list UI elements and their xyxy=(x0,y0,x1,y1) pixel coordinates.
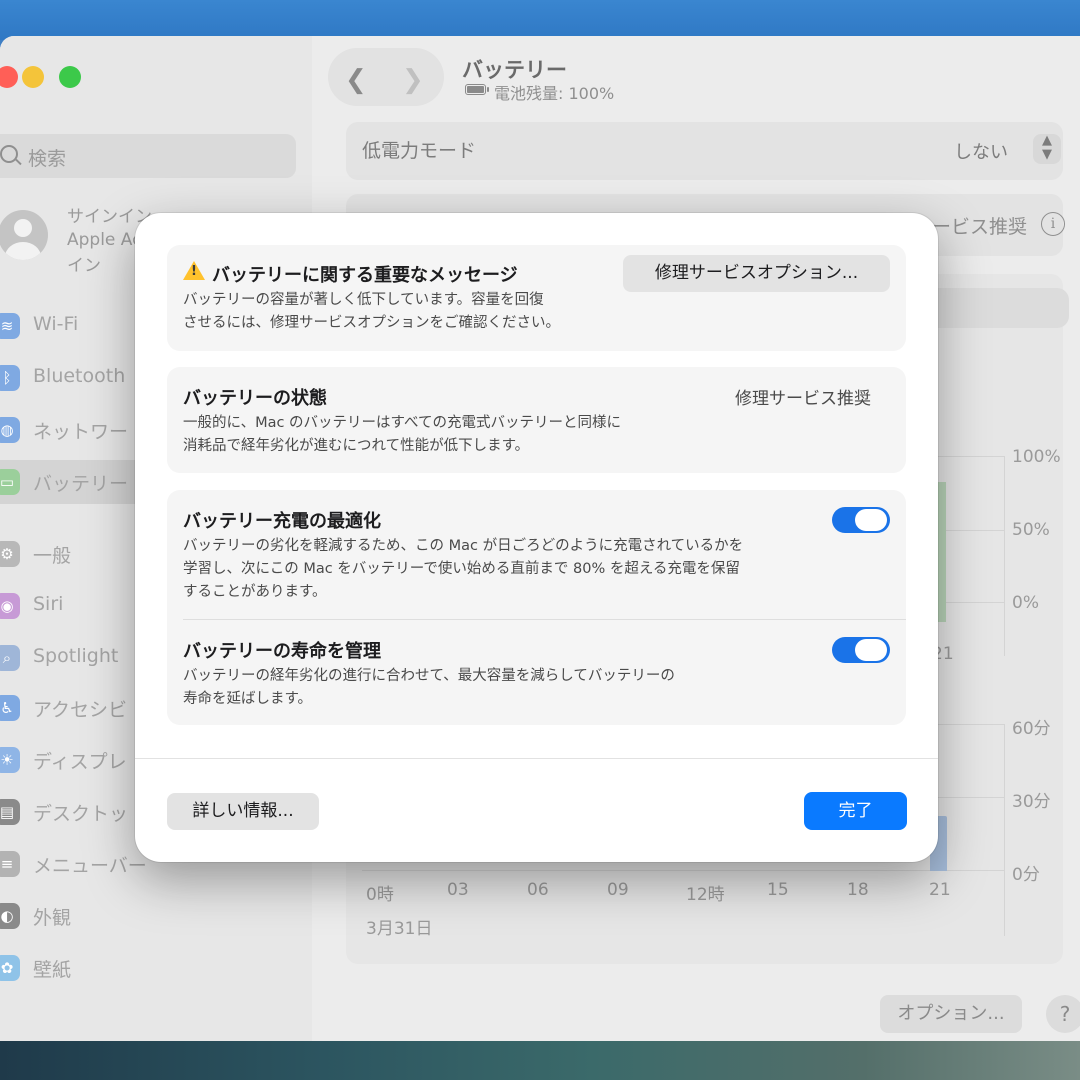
sidebar-item-label: ネットワー xyxy=(33,421,129,443)
close-window-button[interactable] xyxy=(0,66,18,88)
chevron-left-icon[interactable]: ❮ xyxy=(345,65,367,95)
sidebar-item-label: Wi-Fi xyxy=(33,313,79,335)
message-title: バッテリーに関する重要なメッセージ xyxy=(212,265,518,286)
siri-icon: ◉ xyxy=(0,593,20,619)
optimized-charging-toggle[interactable] xyxy=(832,507,890,533)
battery-icon: ▭ xyxy=(0,469,20,495)
level-axis-label: 100% xyxy=(1012,447,1061,467)
options-button[interactable]: オプション... xyxy=(880,995,1022,1033)
optimized-desc-line-3: することがあります。 xyxy=(183,584,327,600)
status-desc-line-1: 一般的に、Mac のバッテリーはすべての充電式バッテリーと同様に xyxy=(183,415,621,431)
sidebar-item-label: Spotlight xyxy=(33,645,119,667)
desktop-wallpaper xyxy=(0,0,1080,40)
optimized-charging-title: バッテリー充電の最適化 xyxy=(183,511,381,532)
battery-level: 電池残量: 100% xyxy=(494,84,615,103)
sidebar-item-label: 一般 xyxy=(33,545,72,567)
time-axis-label: 03 xyxy=(447,880,469,900)
sidebar-item-label: Siri xyxy=(33,593,64,615)
menubar-icon: ≡ xyxy=(0,851,20,877)
sidebar-item-label: メニューバー xyxy=(33,855,147,877)
usage-axis-label: 30分 xyxy=(1012,792,1051,812)
battery-icon xyxy=(465,84,489,95)
sidebar-item[interactable]: ◐ 外観 xyxy=(0,894,312,938)
level-axis-label: 50% xyxy=(1012,520,1050,540)
date-label: 3月31日 xyxy=(366,919,433,939)
signin-line-2: Apple Ac xyxy=(67,230,142,250)
divider xyxy=(135,758,938,759)
magnifier-icon: ⌕ xyxy=(0,645,20,671)
time-axis-label: 18 xyxy=(847,880,869,900)
search-placeholder: 検索 xyxy=(28,148,67,170)
time-axis-label: 12時 xyxy=(686,885,725,905)
bluetooth-icon: ᛒ xyxy=(0,365,20,391)
lifespan-desc-line-1: バッテリーの経年劣化の進行に合わせて、最大容量を減らしてバッテリーの xyxy=(183,668,675,684)
status-title: バッテリーの状態 xyxy=(183,388,327,409)
grid-line xyxy=(362,870,1004,871)
health-status-fragment: ービス推奨 xyxy=(932,216,1028,238)
desktop-wallpaper-bottom xyxy=(0,1040,1080,1080)
time-axis-label: 15 xyxy=(767,880,789,900)
sidebar-item-label: バッテリー xyxy=(33,473,129,495)
navigation-pill: ❮ ❯ xyxy=(328,48,444,106)
usage-axis-label: 60分 xyxy=(1012,719,1051,739)
sidebar-item-label: アクセシビ xyxy=(33,699,128,721)
search-input[interactable]: 検索 xyxy=(0,134,296,178)
appearance-icon: ◐ xyxy=(0,903,20,929)
globe-icon: ◍ xyxy=(0,417,20,443)
sidebar-item-label: デスクトッ xyxy=(33,803,129,825)
minimize-window-button[interactable] xyxy=(22,66,44,88)
time-axis-label: 06 xyxy=(527,880,549,900)
battery-health-dialog: バッテリーに関する重要なメッセージ バッテリーの容量が著しく低下しています。容量… xyxy=(135,213,938,862)
lifespan-toggle[interactable] xyxy=(832,637,890,663)
status-desc-line-2: 消耗品で経年劣化が進むにつれて性能が低下します。 xyxy=(183,438,530,454)
time-axis-label: 21 xyxy=(929,880,951,900)
sidebar-item-label: ディスプレ xyxy=(33,751,127,773)
lifespan-desc-line-2: 寿命を延ばします。 xyxy=(183,691,313,707)
done-button[interactable]: 完了 xyxy=(804,792,907,830)
time-axis-label: 09 xyxy=(607,880,629,900)
message-desc-line-1: バッテリーの容量が著しく低下しています。容量を回復 xyxy=(183,292,544,308)
search-icon xyxy=(0,145,18,163)
chevron-right-icon[interactable]: ❯ xyxy=(402,65,424,95)
message-desc-line-2: させるには、修理サービスオプションをご確認ください。 xyxy=(183,315,560,331)
sidebar-item[interactable]: ✿ 壁紙 xyxy=(0,946,312,990)
help-button[interactable]: ? xyxy=(1046,995,1080,1033)
optimized-desc-line-1: バッテリーの劣化を軽減するため、この Mac が日ごろどのように充電されているか… xyxy=(183,538,744,554)
sun-icon: ☀ xyxy=(0,747,20,773)
sidebar-item-label: Bluetooth xyxy=(33,365,126,387)
zoom-window-button[interactable] xyxy=(59,66,81,88)
accessibility-icon: ♿ xyxy=(0,695,20,721)
gear-icon: ⚙ xyxy=(0,541,20,567)
wifi-icon: ≋ xyxy=(0,313,20,339)
divider xyxy=(183,619,906,620)
battery-status-group: バッテリーの状態 修理サービス推奨 一般的に、Mac のバッテリーはすべての充電… xyxy=(167,367,906,473)
charging-settings-group: バッテリー充電の最適化 バッテリーの劣化を軽減するため、この Mac が日ごろど… xyxy=(167,490,906,725)
more-info-button[interactable]: 詳しい情報... xyxy=(167,793,319,830)
info-icon[interactable]: i xyxy=(1041,212,1065,236)
signin-line-3: イン xyxy=(67,256,101,276)
battery-level-bar xyxy=(938,482,946,622)
desktop-icon: ▤ xyxy=(0,799,20,825)
sidebar-item-label: 外観 xyxy=(33,907,72,929)
avatar xyxy=(0,210,48,260)
status-value: 修理サービス推奨 xyxy=(735,389,871,409)
low-power-value[interactable]: しない xyxy=(954,138,1008,164)
wallpaper-icon: ✿ xyxy=(0,955,20,981)
usage-axis-label: 0分 xyxy=(1012,865,1040,885)
optimized-desc-line-2: 学習し、次にこの Mac をバッテリーで使い始める直前まで 80% を超える充電… xyxy=(183,561,740,577)
important-message-group: バッテリーに関する重要なメッセージ バッテリーの容量が著しく低下しています。容量… xyxy=(167,245,906,351)
sidebar-item-label: 壁紙 xyxy=(33,959,72,981)
lifespan-title: バッテリーの寿命を管理 xyxy=(183,641,381,662)
updown-chevron-icon[interactable]: ▲ ▼ xyxy=(1033,134,1061,164)
repair-options-button[interactable]: 修理サービスオプション... xyxy=(623,255,890,292)
time-axis-label: 0時 xyxy=(366,885,394,905)
low-power-label: 低電力モード xyxy=(362,140,477,162)
axis-line xyxy=(1004,724,1005,936)
axis-line xyxy=(1004,456,1005,656)
warning-icon xyxy=(183,261,205,280)
level-axis-label: 0% xyxy=(1012,593,1039,613)
